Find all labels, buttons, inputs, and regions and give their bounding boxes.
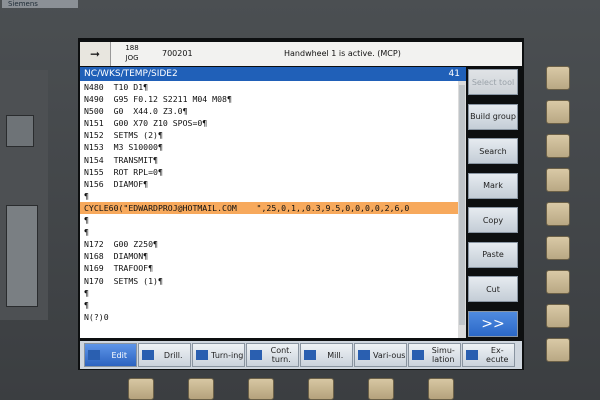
code-line[interactable]: N155 ROT RPL=0¶ [80, 166, 458, 178]
code-line[interactable]: N154 TRANSMIT¶ [80, 154, 458, 166]
code-line[interactable]: N490 G95 F0.12 S2211 M04 M08¶ [80, 93, 458, 105]
status-message: Handwheel 1 is active. (MCP) [284, 49, 401, 58]
softkey-label: Mill. [327, 350, 344, 360]
hardware-key[interactable] [368, 378, 394, 400]
hardware-key[interactable] [546, 100, 570, 124]
softkey-label: Edit [111, 350, 128, 360]
jog-label: JOG [125, 54, 139, 62]
nc-execute-icon [466, 350, 478, 360]
softkey-label: Drill. [163, 350, 183, 360]
brand-label: Siemens [2, 0, 78, 8]
code-line[interactable]: ¶ [80, 214, 458, 226]
program-number: 700201 [162, 49, 193, 58]
hardware-key[interactable] [546, 338, 570, 362]
jog-indicator: 188 JOG [112, 43, 152, 65]
jog-number: 188 [125, 44, 139, 52]
various-icon [358, 350, 370, 360]
code-line[interactable]: ¶ [80, 287, 458, 299]
scroll-thumb[interactable] [459, 85, 465, 325]
hardware-key[interactable] [546, 202, 570, 226]
program-path-bar: NC/WKS/TEMP/SIDE2 41 [80, 67, 466, 81]
vertical-softkeys: Select tool Build group Search Mark Copy Past… [466, 67, 522, 339]
code-line[interactable]: ¶ [80, 299, 458, 311]
hardware-key[interactable] [546, 270, 570, 294]
softkey-turn-ing[interactable]: Turn-ing [192, 343, 245, 367]
code-line[interactable]: N480 T10 D1¶ [80, 81, 458, 93]
softkey-search[interactable]: Search [468, 138, 518, 164]
contour-turning-icon [250, 350, 262, 360]
status-bar: ➞ 188 JOG 700201 Handwheel 1 is active. … [80, 42, 522, 66]
turning-icon [196, 350, 208, 360]
code-line[interactable]: N153 M3 S10000¶ [80, 141, 458, 153]
softkey-label: Vari-ous [373, 350, 406, 360]
softkey-mark[interactable]: Mark [468, 172, 518, 199]
code-line[interactable]: N151 G00 X70 Z10 SPOS=0¶ [80, 117, 458, 129]
program-path: NC/WKS/TEMP/SIDE2 [84, 69, 178, 79]
drill-icon [142, 350, 154, 360]
hardware-key[interactable] [546, 236, 570, 260]
mill-icon [304, 350, 316, 360]
code-line[interactable]: N(?)0 [80, 311, 458, 323]
usb-port-panel [6, 205, 38, 307]
softkey-label: Simu-lation [431, 346, 455, 364]
hardware-key[interactable] [546, 66, 570, 90]
code-line[interactable]: N500 G0 X44.0 Z3.0¶ [80, 105, 458, 117]
hardware-key[interactable] [546, 304, 570, 328]
hardware-key[interactable] [188, 378, 214, 400]
more-softkeys-button[interactable]: >> [468, 310, 518, 337]
code-line[interactable]: N172 G00 Z250¶ [80, 238, 458, 250]
horizontal-softkeys: Edit Drill. Turn-ing Cont. turn. Mill. Vari-o… [80, 341, 522, 369]
hardware-key[interactable] [308, 378, 334, 400]
simulation-icon [412, 350, 424, 360]
softkey-select-tool[interactable]: Select tool [468, 69, 518, 95]
softkey-simu-lation[interactable]: Simu-lation [408, 343, 461, 367]
arrow-right-icon: ➞ [80, 42, 111, 66]
network-port [6, 115, 34, 147]
softkey-edit[interactable]: Edit [84, 343, 137, 367]
line-count: 41 [448, 69, 460, 79]
editor-scrollbar[interactable] [458, 81, 466, 338]
code-line[interactable]: N168 DIAMON¶ [80, 250, 458, 262]
softkey-copy[interactable]: Copy [468, 207, 518, 233]
code-line[interactable]: N169 TRAFOOF¶ [80, 262, 458, 274]
code-line[interactable]: ¶ [80, 190, 458, 202]
softkey-ex-ecute[interactable]: Ex-ecute [462, 343, 515, 367]
hardware-key[interactable] [546, 168, 570, 192]
code-line[interactable]: N170 SETMS (1)¶ [80, 275, 458, 287]
code-line[interactable]: N152 SETMS (2)¶ [80, 129, 458, 141]
edit-icon [88, 350, 100, 360]
softkey-paste[interactable]: Paste [468, 241, 518, 268]
softkey-mill[interactable]: Mill. [300, 343, 353, 367]
softkey-label: Turn-ing [211, 350, 244, 360]
code-line[interactable]: ¶ [80, 226, 458, 238]
hardware-key[interactable] [546, 134, 570, 158]
code-line[interactable]: N156 DIAMOF¶ [80, 178, 458, 190]
softkey-drill[interactable]: Drill. [138, 343, 191, 367]
softkey-vari-ous[interactable]: Vari-ous [354, 343, 407, 367]
softkey-label: Cont. turn. [270, 346, 292, 364]
softkey-cont-turn[interactable]: Cont. turn. [246, 343, 299, 367]
softkey-cut[interactable]: Cut [468, 276, 518, 302]
hardware-key[interactable] [428, 378, 454, 400]
softkey-label: Ex-ecute [486, 346, 509, 364]
softkey-build-group[interactable]: Build group [468, 103, 518, 130]
hardware-key[interactable] [128, 378, 154, 400]
program-editor[interactable]: N480 T10 D1¶ N490 G95 F0.12 S2211 M04 M08… [80, 81, 458, 338]
hardware-key[interactable] [248, 378, 274, 400]
code-line-selected[interactable]: CYCLE60("EDWARDPROJ@HOTMAIL.COM ",25,0,1… [80, 201, 458, 215]
